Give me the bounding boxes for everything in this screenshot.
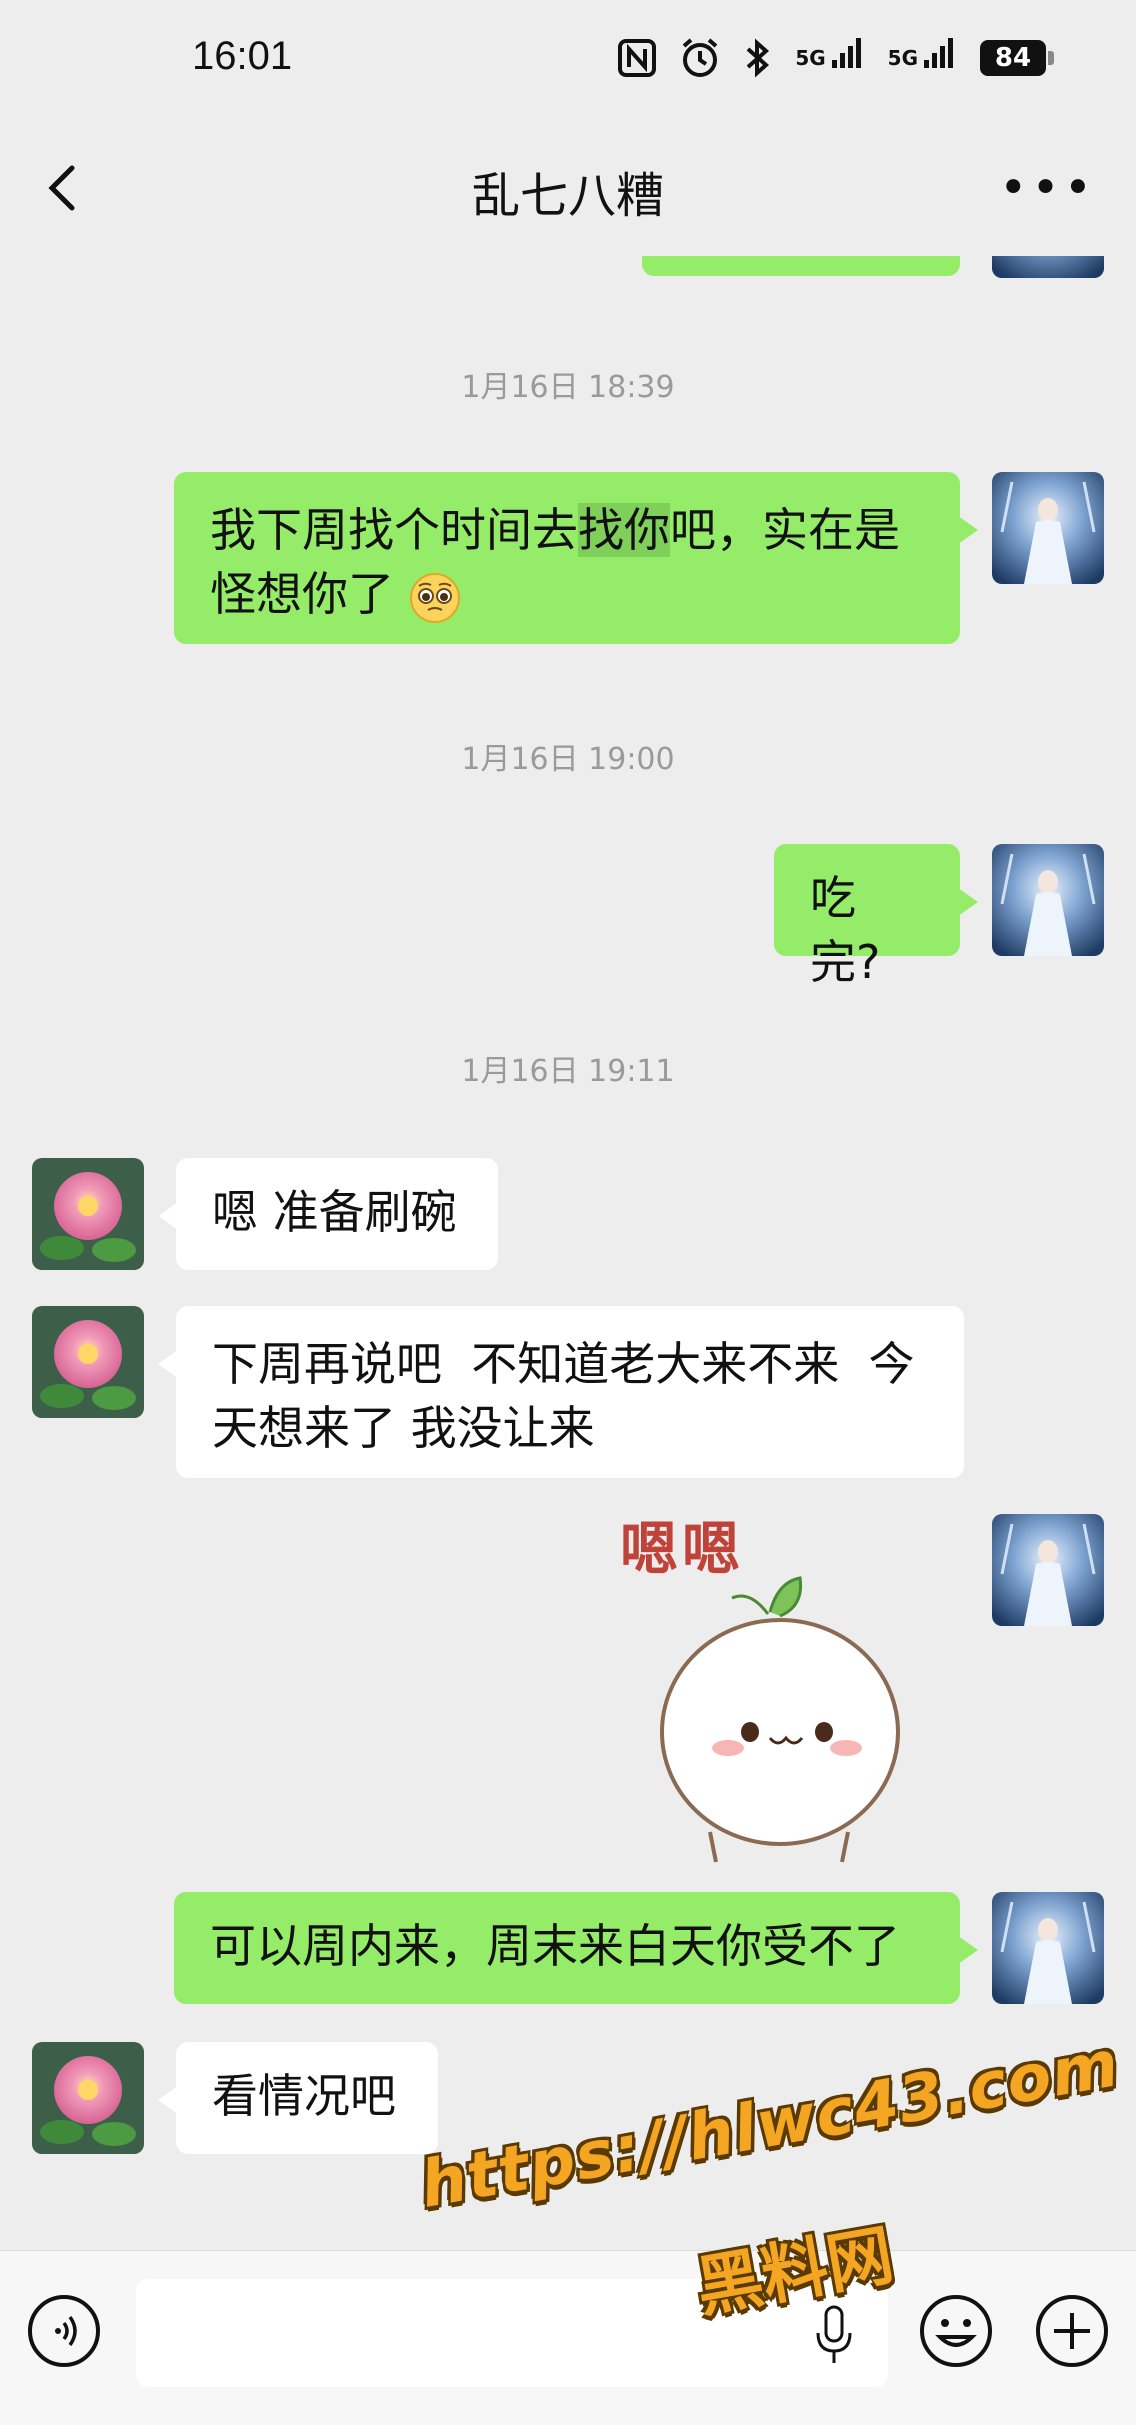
avatar-self[interactable]	[992, 844, 1104, 956]
bluetooth-icon	[746, 38, 770, 78]
avatar-contact[interactable]	[32, 1306, 144, 1418]
avatar-self[interactable]	[992, 1514, 1104, 1626]
message-bubble-in[interactable]: 看情况吧	[158, 2042, 438, 2154]
message-list[interactable]: 1月16日 18:39 我下周找个时间去找你吧，实在是 怪想你了 1月16日 19…	[0, 256, 1136, 2250]
status-icons: 5G 5G 84	[617, 34, 1054, 82]
alarm-icon	[683, 38, 718, 77]
network-signal-1: 5G	[795, 38, 865, 70]
pleading-face-emoji	[409, 572, 460, 623]
message-bubble-out[interactable]: 可以周内来，周末来白天你受不了	[174, 1892, 978, 2004]
message-bubble-partial	[642, 256, 960, 276]
chat-header: 乱七八糟 •••	[0, 118, 1136, 268]
avatar-self[interactable]	[992, 1892, 1104, 2004]
message-timestamp: 1月16日 19:11	[461, 1054, 675, 1089]
input-bar	[0, 2250, 1136, 2425]
status-time: 16:01	[192, 34, 293, 78]
message-bubble-out[interactable]: 吃完?	[774, 844, 978, 989]
more-icon[interactable]: •••	[999, 164, 1096, 212]
voice-icon[interactable]	[28, 2295, 100, 2367]
status-bar: 16:01 5G 5G 84	[0, 0, 1136, 118]
message-timestamp: 1月16日 18:39	[461, 370, 675, 405]
battery-indicator: 84	[980, 40, 1054, 76]
avatar-contact[interactable]	[32, 2042, 144, 2154]
nfc-icon	[618, 39, 657, 77]
network-signal-2: 5G	[888, 38, 958, 70]
mic-icon[interactable]	[810, 2303, 858, 2367]
avatar[interactable]	[992, 256, 1104, 278]
message-bubble-in[interactable]: 嗯 准备刷碗	[158, 1158, 498, 1270]
message-bubble-out[interactable]: 我下周找个时间去找你吧，实在是 怪想你了	[174, 472, 978, 644]
cute-bun-sticker[interactable]: 嗯嗯	[600, 1502, 960, 1872]
highlighted-text: 找你	[578, 503, 670, 557]
avatar-self[interactable]	[992, 472, 1104, 584]
message-bubble-in[interactable]: 下周再说吧 不知道老大来不来 今天想来了 我没让来	[158, 1306, 964, 1478]
smile-icon[interactable]	[918, 2293, 994, 2369]
avatar-contact[interactable]	[32, 1158, 144, 1270]
plus-icon[interactable]	[1034, 2293, 1110, 2369]
message-timestamp: 1月16日 19:00	[461, 742, 675, 777]
chat-title: 乱七八糟	[471, 168, 664, 224]
